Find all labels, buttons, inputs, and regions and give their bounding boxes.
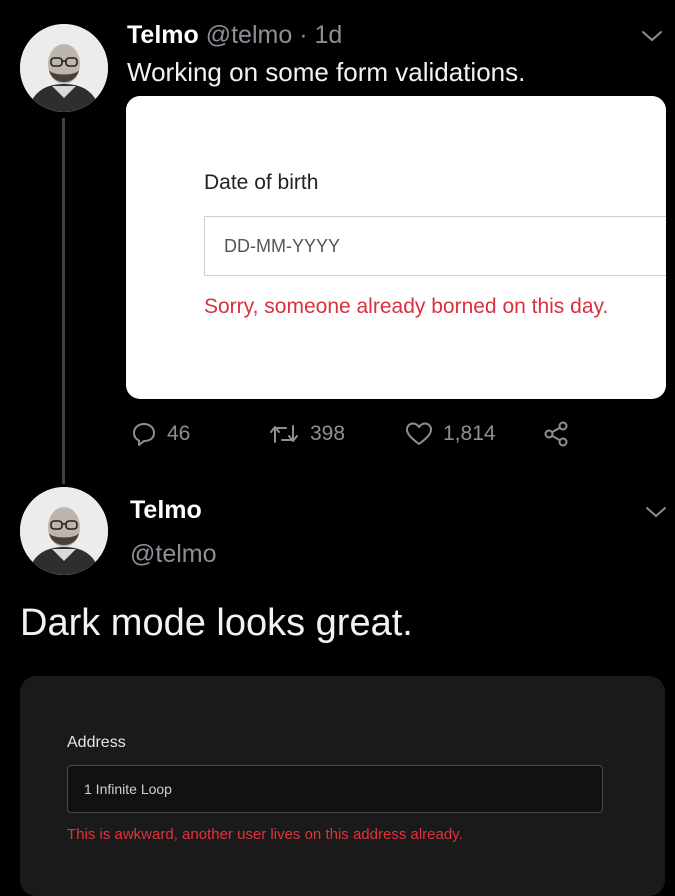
- separator-dot: ·: [299, 21, 308, 49]
- thread-connector: [62, 118, 65, 484]
- date-of-birth-error: Sorry, someone already borned on this da…: [204, 295, 609, 318]
- tweet-text: Working on some form validations.: [127, 57, 526, 87]
- chevron-down-icon[interactable]: [645, 505, 667, 519]
- like-icon: [406, 422, 432, 445]
- tweet-text: Dark mode looks great.: [20, 602, 413, 644]
- author-handle[interactable]: @telmo: [206, 21, 293, 49]
- avatar-image: [20, 487, 108, 575]
- address-label: Address: [67, 734, 126, 751]
- reply-icon: [133, 423, 155, 446]
- reply-action[interactable]: 46: [131, 418, 190, 450]
- tweet-header: Telmo @telmo · 1d: [127, 20, 342, 50]
- tweet-image-card[interactable]: Address 1 Infinite Loop This is awkward,…: [20, 676, 665, 896]
- reply-count: 46: [167, 422, 191, 445]
- date-of-birth-input: DD-MM-YYYY: [204, 216, 666, 276]
- avatar[interactable]: [20, 487, 108, 575]
- retweet-icon: [270, 425, 298, 443]
- author-name[interactable]: Telmo: [130, 496, 202, 525]
- avatar[interactable]: [20, 24, 108, 112]
- tweet-image-card[interactable]: Date of birth DD-MM-YYYY Sorry, someone …: [126, 96, 666, 399]
- like-count: 1,814: [443, 422, 496, 445]
- avatar-image: [20, 24, 108, 112]
- chevron-down-icon[interactable]: [641, 29, 663, 43]
- retweet-count: 398: [310, 422, 346, 445]
- share-icon[interactable]: [543, 421, 571, 447]
- retweet-action[interactable]: 398: [268, 418, 345, 450]
- tweet-time[interactable]: 1d: [314, 21, 342, 49]
- date-of-birth-label: Date of birth: [204, 171, 319, 194]
- author-name[interactable]: Telmo: [127, 21, 199, 49]
- address-error: This is awkward, another user lives on t…: [67, 826, 463, 843]
- like-action[interactable]: 1,814: [405, 418, 496, 450]
- address-input: 1 Infinite Loop: [67, 765, 603, 813]
- author-handle[interactable]: @telmo: [130, 540, 217, 569]
